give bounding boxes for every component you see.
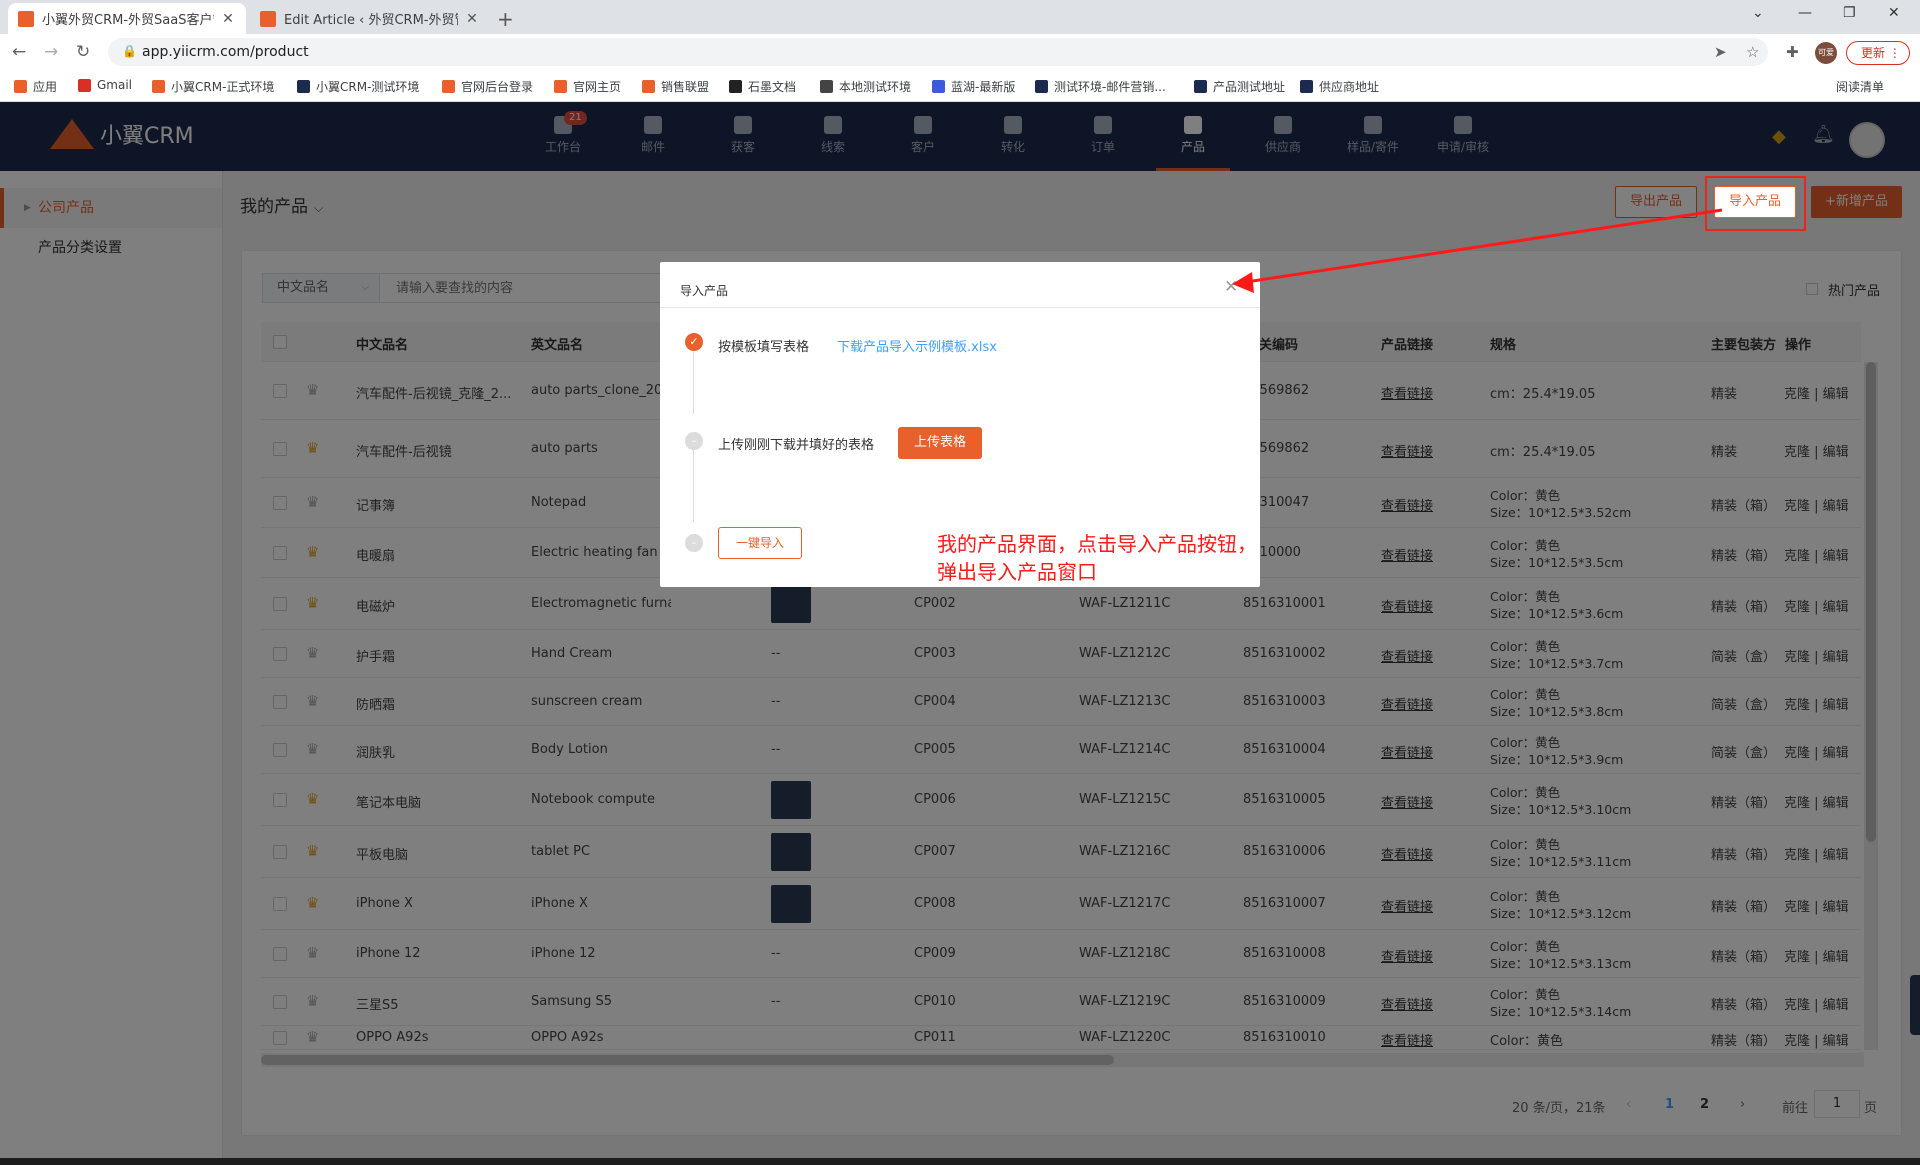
bookmark-label: 销售联盟 xyxy=(661,80,710,94)
browser-tabstrip: 小翼外贸CRM-外贸SaaS客户管理 ✕ Edit Article ‹ 外贸CR… xyxy=(0,0,1920,34)
minimize-icon[interactable]: — xyxy=(1798,5,1812,21)
bookmark-favicon-icon xyxy=(1035,80,1048,93)
bookmark-favicon-icon xyxy=(297,80,310,93)
crm-favicon-icon xyxy=(260,10,276,27)
step-pending-icon: – xyxy=(685,432,703,450)
download-template-link[interactable]: 下载产品导入示例模板.xlsx xyxy=(837,336,997,355)
bookmark-item[interactable]: 销售联盟 xyxy=(642,78,709,95)
tab-title: 小翼外贸CRM-外贸SaaS客户管理 xyxy=(42,13,214,28)
update-label: 更新 xyxy=(1861,46,1886,60)
bookmark-item[interactable]: 蓝湖-最新版 xyxy=(932,78,1015,95)
bookmark-favicon-icon xyxy=(642,80,655,93)
reading-list-button[interactable]: 阅读清单 xyxy=(1836,78,1884,95)
bookmarks-bar: 应用 Gmail 小翼CRM-正式环境 小翼CRM-测试环境 官网后台登录 官网主页 销售联… xyxy=(0,70,1920,102)
bookmark-item[interactable]: 官网主页 xyxy=(554,78,621,95)
bookmark-label: 测试环境-邮件营销... xyxy=(1054,80,1166,94)
bookmark-favicon-icon xyxy=(14,80,27,93)
bookmark-favicon-icon xyxy=(1300,80,1313,93)
bookmark-item[interactable]: 小翼CRM-正式环境 xyxy=(152,78,274,95)
restore-icon[interactable]: ❐ xyxy=(1843,5,1856,21)
bookmark-favicon-icon xyxy=(152,80,165,93)
check-icon: ✓ xyxy=(685,333,703,351)
close-tab-icon[interactable]: ✕ xyxy=(220,11,236,27)
upload-spreadsheet-button[interactable]: 上传表格 xyxy=(898,427,982,459)
update-button[interactable]: 更新 ⋮ xyxy=(1846,41,1910,65)
window-close-icon[interactable]: ✕ xyxy=(1888,5,1900,21)
bookmark-favicon-icon xyxy=(78,78,91,92)
bookmark-item[interactable]: 石墨文档 xyxy=(729,78,796,95)
bookmark-label: 供应商地址 xyxy=(1319,80,1380,94)
tab-title: Edit Article ‹ 外贸CRM-外贸管理 xyxy=(284,13,458,28)
bookmark-label: 小翼CRM-测试环境 xyxy=(316,80,420,94)
bookmark-label: 本地测试环境 xyxy=(839,80,912,94)
step-connector xyxy=(693,442,694,522)
bookmark-item[interactable]: Gmail xyxy=(78,78,132,92)
annotation-text: 我的产品界面，点击导入产品按钮， 弹出导入产品窗口 xyxy=(937,530,1257,586)
bookmark-favicon-icon xyxy=(729,80,742,93)
bookmark-item[interactable]: 产品测试地址 xyxy=(1194,78,1285,95)
bookmark-item[interactable]: 供应商地址 xyxy=(1300,78,1379,95)
bookmark-label: 应用 xyxy=(33,80,58,94)
url-text[interactable]: app.yiicrm.com/product xyxy=(142,44,309,60)
reload-icon[interactable]: ↻ xyxy=(76,42,90,62)
annotation-line-1: 我的产品界面，点击导入产品按钮， xyxy=(937,532,1257,556)
bookmark-item[interactable]: 官网后台登录 xyxy=(442,78,533,95)
forward-icon[interactable]: → xyxy=(44,42,58,62)
crm-favicon-icon xyxy=(18,10,34,27)
bookmark-label: 产品测试地址 xyxy=(1213,80,1286,94)
omnibox[interactable]: 🔒 app.yiicrm.com/product xyxy=(108,38,1768,66)
new-tab-button[interactable]: + xyxy=(497,7,514,31)
divider xyxy=(660,307,1260,308)
annotation-highlight-box xyxy=(1705,176,1806,231)
step-connector xyxy=(693,344,694,414)
lock-icon: 🔒 xyxy=(122,44,137,58)
one-click-import-button[interactable]: 一键导入 xyxy=(718,527,802,559)
bookmark-favicon-icon xyxy=(820,80,833,93)
address-bar-row: ← → ↻ 🔒 app.yiicrm.com/product ➤ ☆ ✚ 可爱 … xyxy=(0,34,1920,70)
browser-tab-crm[interactable]: 小翼外贸CRM-外贸SaaS客户管理 ✕ xyxy=(8,3,246,34)
bookmark-label: 官网主页 xyxy=(573,80,622,94)
annotation-line-2: 弹出导入产品窗口 xyxy=(937,560,1097,584)
close-tab-icon[interactable]: ✕ xyxy=(464,11,480,27)
bookmark-item[interactable]: 应用 xyxy=(14,78,57,95)
bookmark-item[interactable]: 本地测试环境 xyxy=(820,78,911,95)
bookmark-star-icon[interactable]: ☆ xyxy=(1746,43,1759,61)
bookmark-label: Gmail xyxy=(97,78,133,92)
bookmark-favicon-icon xyxy=(442,80,455,93)
profile-avatar[interactable]: 可爱 xyxy=(1815,42,1837,64)
back-icon[interactable]: ← xyxy=(12,42,26,62)
bookmark-label: 小翼CRM-正式环境 xyxy=(171,80,275,94)
step-pending-icon: – xyxy=(685,534,703,552)
bookmark-label: 蓝湖-最新版 xyxy=(951,80,1016,94)
bookmark-favicon-icon xyxy=(554,80,567,93)
bookmark-label: 官网后台登录 xyxy=(461,80,534,94)
send-icon[interactable]: ➤ xyxy=(1714,43,1727,61)
step-1-label: 按模板填写表格 xyxy=(718,340,810,355)
bookmark-item[interactable]: 测试环境-邮件营销... xyxy=(1035,78,1166,95)
bookmark-label: 石墨文档 xyxy=(748,80,797,94)
bookmark-favicon-icon xyxy=(1194,80,1207,93)
close-icon[interactable]: ✕ xyxy=(1224,277,1238,297)
extensions-icon[interactable]: ✚ xyxy=(1786,43,1799,61)
step-2-label: 上传刚刚下载并填好的表格 xyxy=(718,438,875,453)
bookmark-favicon-icon xyxy=(932,80,945,93)
bookmark-item[interactable]: 小翼CRM-测试环境 xyxy=(297,78,419,95)
browser-tab-edit-article[interactable]: Edit Article ‹ 外贸CRM-外贸管理 ✕ xyxy=(250,3,490,34)
dialog-title: 导入产品 xyxy=(680,284,729,298)
tab-search-icon[interactable]: ⌄ xyxy=(1752,5,1764,21)
